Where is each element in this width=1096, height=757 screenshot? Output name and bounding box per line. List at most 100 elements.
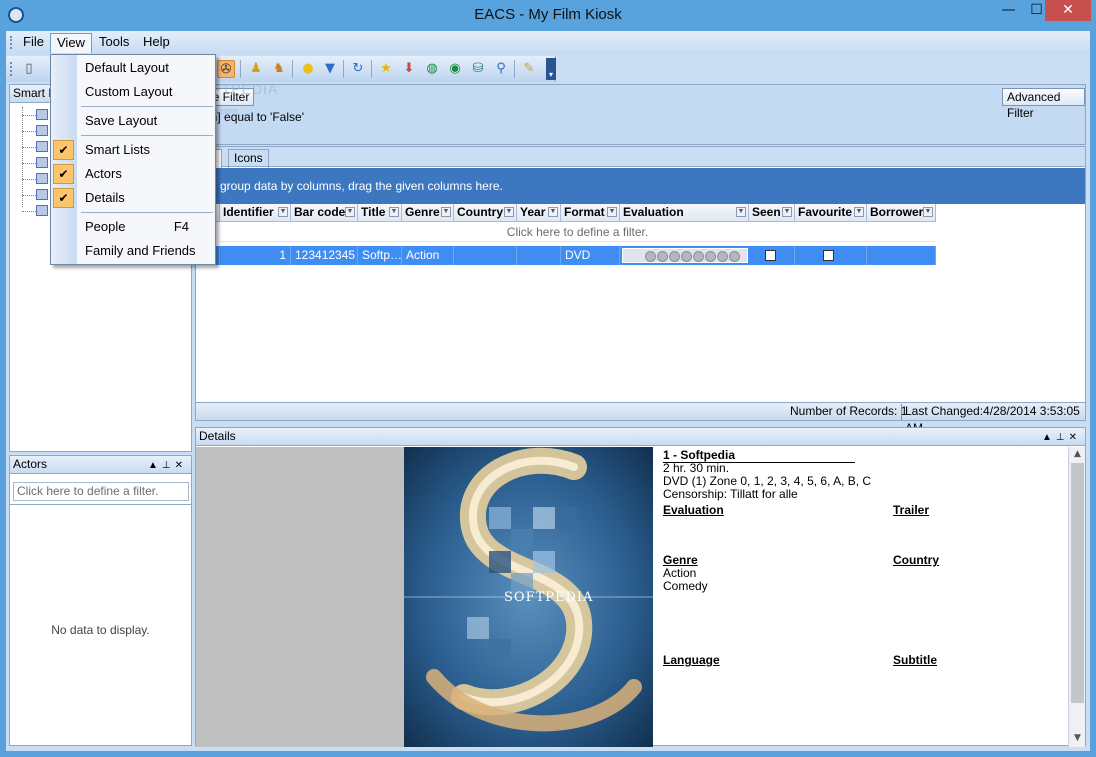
column-filter-icon[interactable]: ▼ [278,207,288,217]
column-year[interactable]: Year ▼ [517,204,561,222]
import-icon[interactable]: ⬇ [400,60,418,78]
users-icon[interactable]: ♞ [270,60,288,78]
column-filter-icon[interactable]: ▼ [345,207,355,217]
globe-icon[interactable]: ◍ [423,60,441,78]
cell-genre[interactable]: Action [402,246,454,265]
toolbar-grip[interactable] [10,62,13,76]
actors-list[interactable]: No data to display. [10,504,191,745]
lightbulb-icon[interactable]: ● [299,60,317,78]
table-row[interactable]: 1 123412345 Softp… Action DVD [196,246,936,265]
link-icon[interactable]: ⚲ [492,60,510,78]
advanced-filter-button[interactable]: Advanced Filter [1002,88,1085,120]
rating-star-icon[interactable] [705,251,716,262]
column-label: Identifier [223,205,274,219]
menubar-grip[interactable] [10,36,13,49]
column-favourite[interactable]: Favourite ▼ [795,204,867,222]
menu-people[interactable]: People F4 [51,216,215,238]
cell-favourite[interactable] [795,246,867,265]
rating-star-icon[interactable] [729,251,740,262]
column-seen[interactable]: Seen ▼ [749,204,795,222]
smart-list-icon[interactable] [36,173,48,184]
column-filter-icon[interactable]: ▼ [607,207,617,217]
cell-title[interactable]: Softp… [358,246,402,265]
menu-family-and-friends[interactable]: Family and Friends [51,240,215,262]
rating-star-icon[interactable] [681,251,692,262]
column-filter-icon[interactable]: ▼ [441,207,451,217]
web-icon[interactable]: ◉ [446,60,464,78]
column-filter-icon[interactable]: ▼ [854,207,864,217]
clean-icon[interactable]: ✎ [520,60,538,78]
evaluation-rating[interactable] [622,248,748,263]
user-icon[interactable]: ♟ [247,60,265,78]
smart-list-icon[interactable] [36,189,48,200]
rating-star-icon[interactable] [645,251,656,262]
scroll-thumb[interactable] [1071,463,1084,703]
column-filter-icon[interactable]: ▼ [782,207,792,217]
star-icon[interactable]: ★ [377,60,395,78]
cell-identifier[interactable]: 1 [220,246,291,265]
column-filter-icon[interactable]: ▼ [389,207,399,217]
actors-filter-input[interactable]: Click here to define a filter. [13,482,189,501]
cell-seen[interactable] [749,246,795,265]
menu-file[interactable]: File [17,33,50,53]
rating-star-icon[interactable] [693,251,704,262]
record-count: Number of Records: 1 [790,404,908,418]
column-title[interactable]: Title ▼ [358,204,402,222]
column-bar-code[interactable]: Bar code ▼ [291,204,358,222]
filter-icon[interactable]: ▼ [321,60,339,78]
minimize-button[interactable]: — [994,0,1023,21]
details-panel: Details ▲⊥✕ SOFTPEDIA 1 - Softpedia 2 hr… [195,427,1086,747]
menu-smart-lists[interactable]: ✔ Smart Lists [51,139,215,161]
column-borrower[interactable]: Borrower ▼ [867,204,936,222]
seen-checkbox[interactable] [765,250,776,261]
film-reel-icon[interactable]: ✇ [217,60,235,78]
favourite-checkbox[interactable] [823,250,834,261]
grid-filter-row[interactable]: Click here to define a filter. [220,223,935,242]
group-by-bar[interactable]: group data by columns, drag the given co… [196,168,1085,204]
cell-year[interactable] [517,246,561,265]
actors-panel-buttons[interactable]: ▲⊥✕ [148,457,187,474]
smart-list-icon[interactable] [36,205,48,216]
menu-view[interactable]: View [50,33,92,53]
rating-star-icon[interactable] [657,251,668,262]
scroll-down-icon[interactable]: ▼ [1069,733,1086,743]
menu-actors[interactable]: ✔ Actors [51,163,215,185]
cell-borrower[interactable] [867,246,936,265]
cell-country[interactable] [454,246,517,265]
close-button[interactable]: ✕ [1045,0,1091,21]
menu-tools[interactable]: Tools [93,33,135,53]
toolbar-overflow-button[interactable]: ▾ [546,58,556,80]
column-genre[interactable]: Genre ▼ [402,204,454,222]
column-identifier[interactable]: Identifier ▼ [220,204,291,222]
rating-star-icon[interactable] [669,251,680,262]
column-filter-icon[interactable]: ▼ [504,207,514,217]
menu-details[interactable]: ✔ Details [51,187,215,209]
menu-default-layout[interactable]: Default Layout [51,57,215,79]
rating-star-icon[interactable] [717,251,728,262]
menu-help[interactable]: Help [137,33,176,53]
smart-list-icon[interactable] [36,141,48,152]
cell-bar-code[interactable]: 123412345 [291,246,358,265]
column-country[interactable]: Country ▼ [454,204,517,222]
details-scrollbar[interactable]: ▲ ▼ [1068,447,1085,747]
column-filter-icon[interactable]: ▼ [736,207,746,217]
refresh-icon[interactable]: ↻ [349,60,367,78]
toolbar-separator [371,60,372,78]
details-panel-buttons[interactable]: ▲⊥✕ [1042,429,1081,446]
smart-list-icon[interactable] [36,157,48,168]
cell-format[interactable]: DVD [561,246,620,265]
new-icon[interactable]: ▯ [20,60,38,78]
column-filter-icon[interactable]: ▼ [548,207,558,217]
menu-save-layout[interactable]: Save Layout [51,110,215,132]
toolbar-separator [514,60,515,78]
tab-icons[interactable]: Icons [228,149,269,168]
column-filter-icon[interactable]: ▼ [923,207,933,217]
scroll-up-icon[interactable]: ▲ [1069,449,1086,459]
menu-custom-layout[interactable]: Custom Layout [51,81,215,103]
smart-list-icon[interactable] [36,125,48,136]
column-evaluation[interactable]: Evaluation ▼ [620,204,749,222]
smart-list-icon[interactable] [36,109,48,120]
column-format[interactable]: Format ▼ [561,204,620,222]
database-icon[interactable]: ⛁ [469,60,487,78]
movie-poster[interactable]: SOFTPEDIA [404,447,653,747]
